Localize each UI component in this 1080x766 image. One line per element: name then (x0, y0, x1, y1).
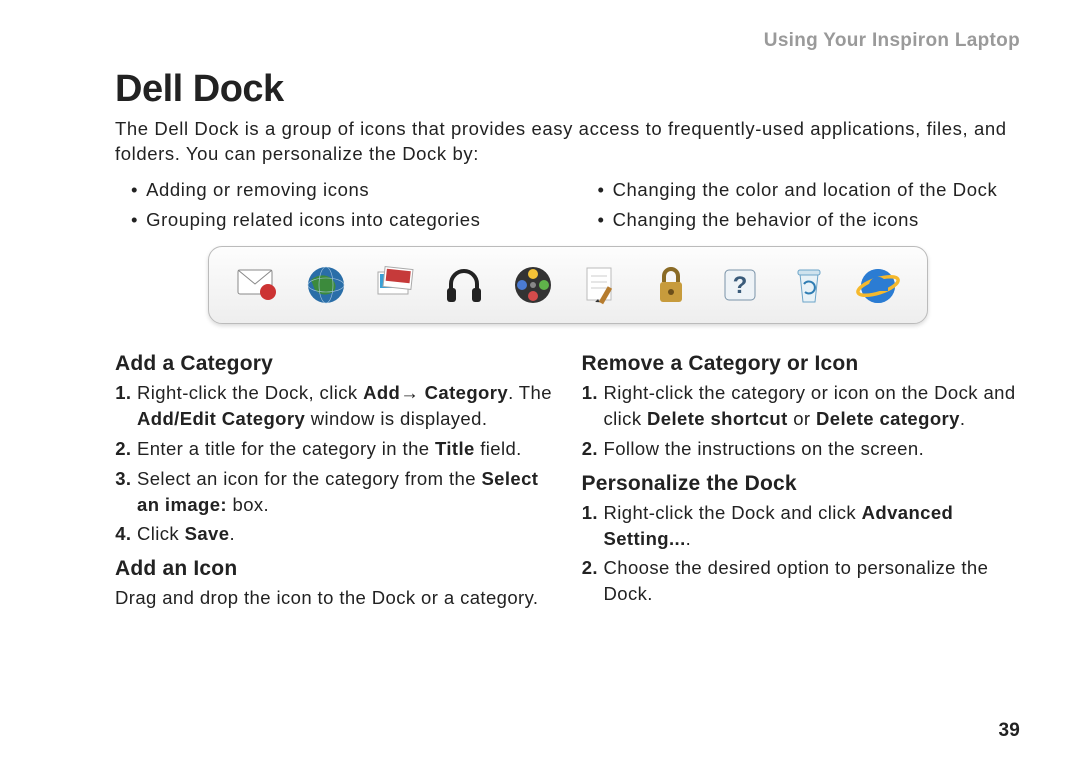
page-title: Dell Dock (115, 68, 1020, 111)
step: Choose the desired option to personalize… (604, 555, 1021, 607)
step: Click Save. (137, 521, 554, 547)
left-column: Add a Category Right-click the Dock, cli… (115, 342, 554, 611)
help-icon: ? (713, 258, 767, 312)
page-header: Using Your Inspiron Laptop (115, 30, 1020, 52)
bullet-item: Adding or removing icons (131, 175, 554, 206)
instructions-row: Add a Category Right-click the Dock, cli… (115, 342, 1020, 611)
bullets-left: Adding or removing icons Grouping relate… (115, 175, 554, 236)
right-column: Remove a Category or Icon Right-click th… (582, 342, 1021, 611)
mail-icon (230, 258, 284, 312)
globe-icon (299, 258, 353, 312)
headphones-icon (437, 258, 491, 312)
svg-text:?: ? (733, 272, 748, 299)
movie-icon (506, 258, 560, 312)
bullet-item: Changing the color and location of the D… (598, 175, 1021, 206)
step: Follow the instructions on the screen. (604, 436, 1021, 462)
step: Right-click the Dock, click Add→ Categor… (137, 380, 554, 432)
page-number: 39 (998, 720, 1020, 742)
step: Select an icon for the category from the… (137, 466, 554, 518)
step: Right-click the Dock and click Advanced … (604, 500, 1021, 552)
bullet-item: Changing the behavior of the icons (598, 205, 1021, 236)
personalize-heading: Personalize the Dock (582, 472, 1021, 496)
step: Right-click the category or icon on the … (604, 380, 1021, 432)
intro-paragraph: The Dell Dock is a group of icons that p… (115, 117, 1020, 167)
bullets-row: Adding or removing icons Grouping relate… (115, 175, 1020, 236)
bullets-right: Changing the color and location of the D… (582, 175, 1021, 236)
step: Enter a title for the category in the Ti… (137, 436, 554, 462)
remove-steps: Right-click the category or icon on the … (582, 380, 1021, 462)
add-icon-body: Drag and drop the icon to the Dock or a … (115, 585, 554, 611)
recycle-icon (782, 258, 836, 312)
add-category-steps: Right-click the Dock, click Add→ Categor… (115, 380, 554, 547)
dock-bar: ? (208, 246, 928, 324)
lock-icon (644, 258, 698, 312)
add-icon-heading: Add an Icon (115, 557, 554, 581)
add-category-heading: Add a Category (115, 352, 554, 376)
personalize-steps: Right-click the Dock and click Advanced … (582, 500, 1021, 608)
ie-icon (851, 258, 905, 312)
notes-icon (575, 258, 629, 312)
remove-heading: Remove a Category or Icon (582, 352, 1021, 376)
bullet-item: Grouping related icons into categories (131, 205, 554, 236)
photos-icon (368, 258, 422, 312)
